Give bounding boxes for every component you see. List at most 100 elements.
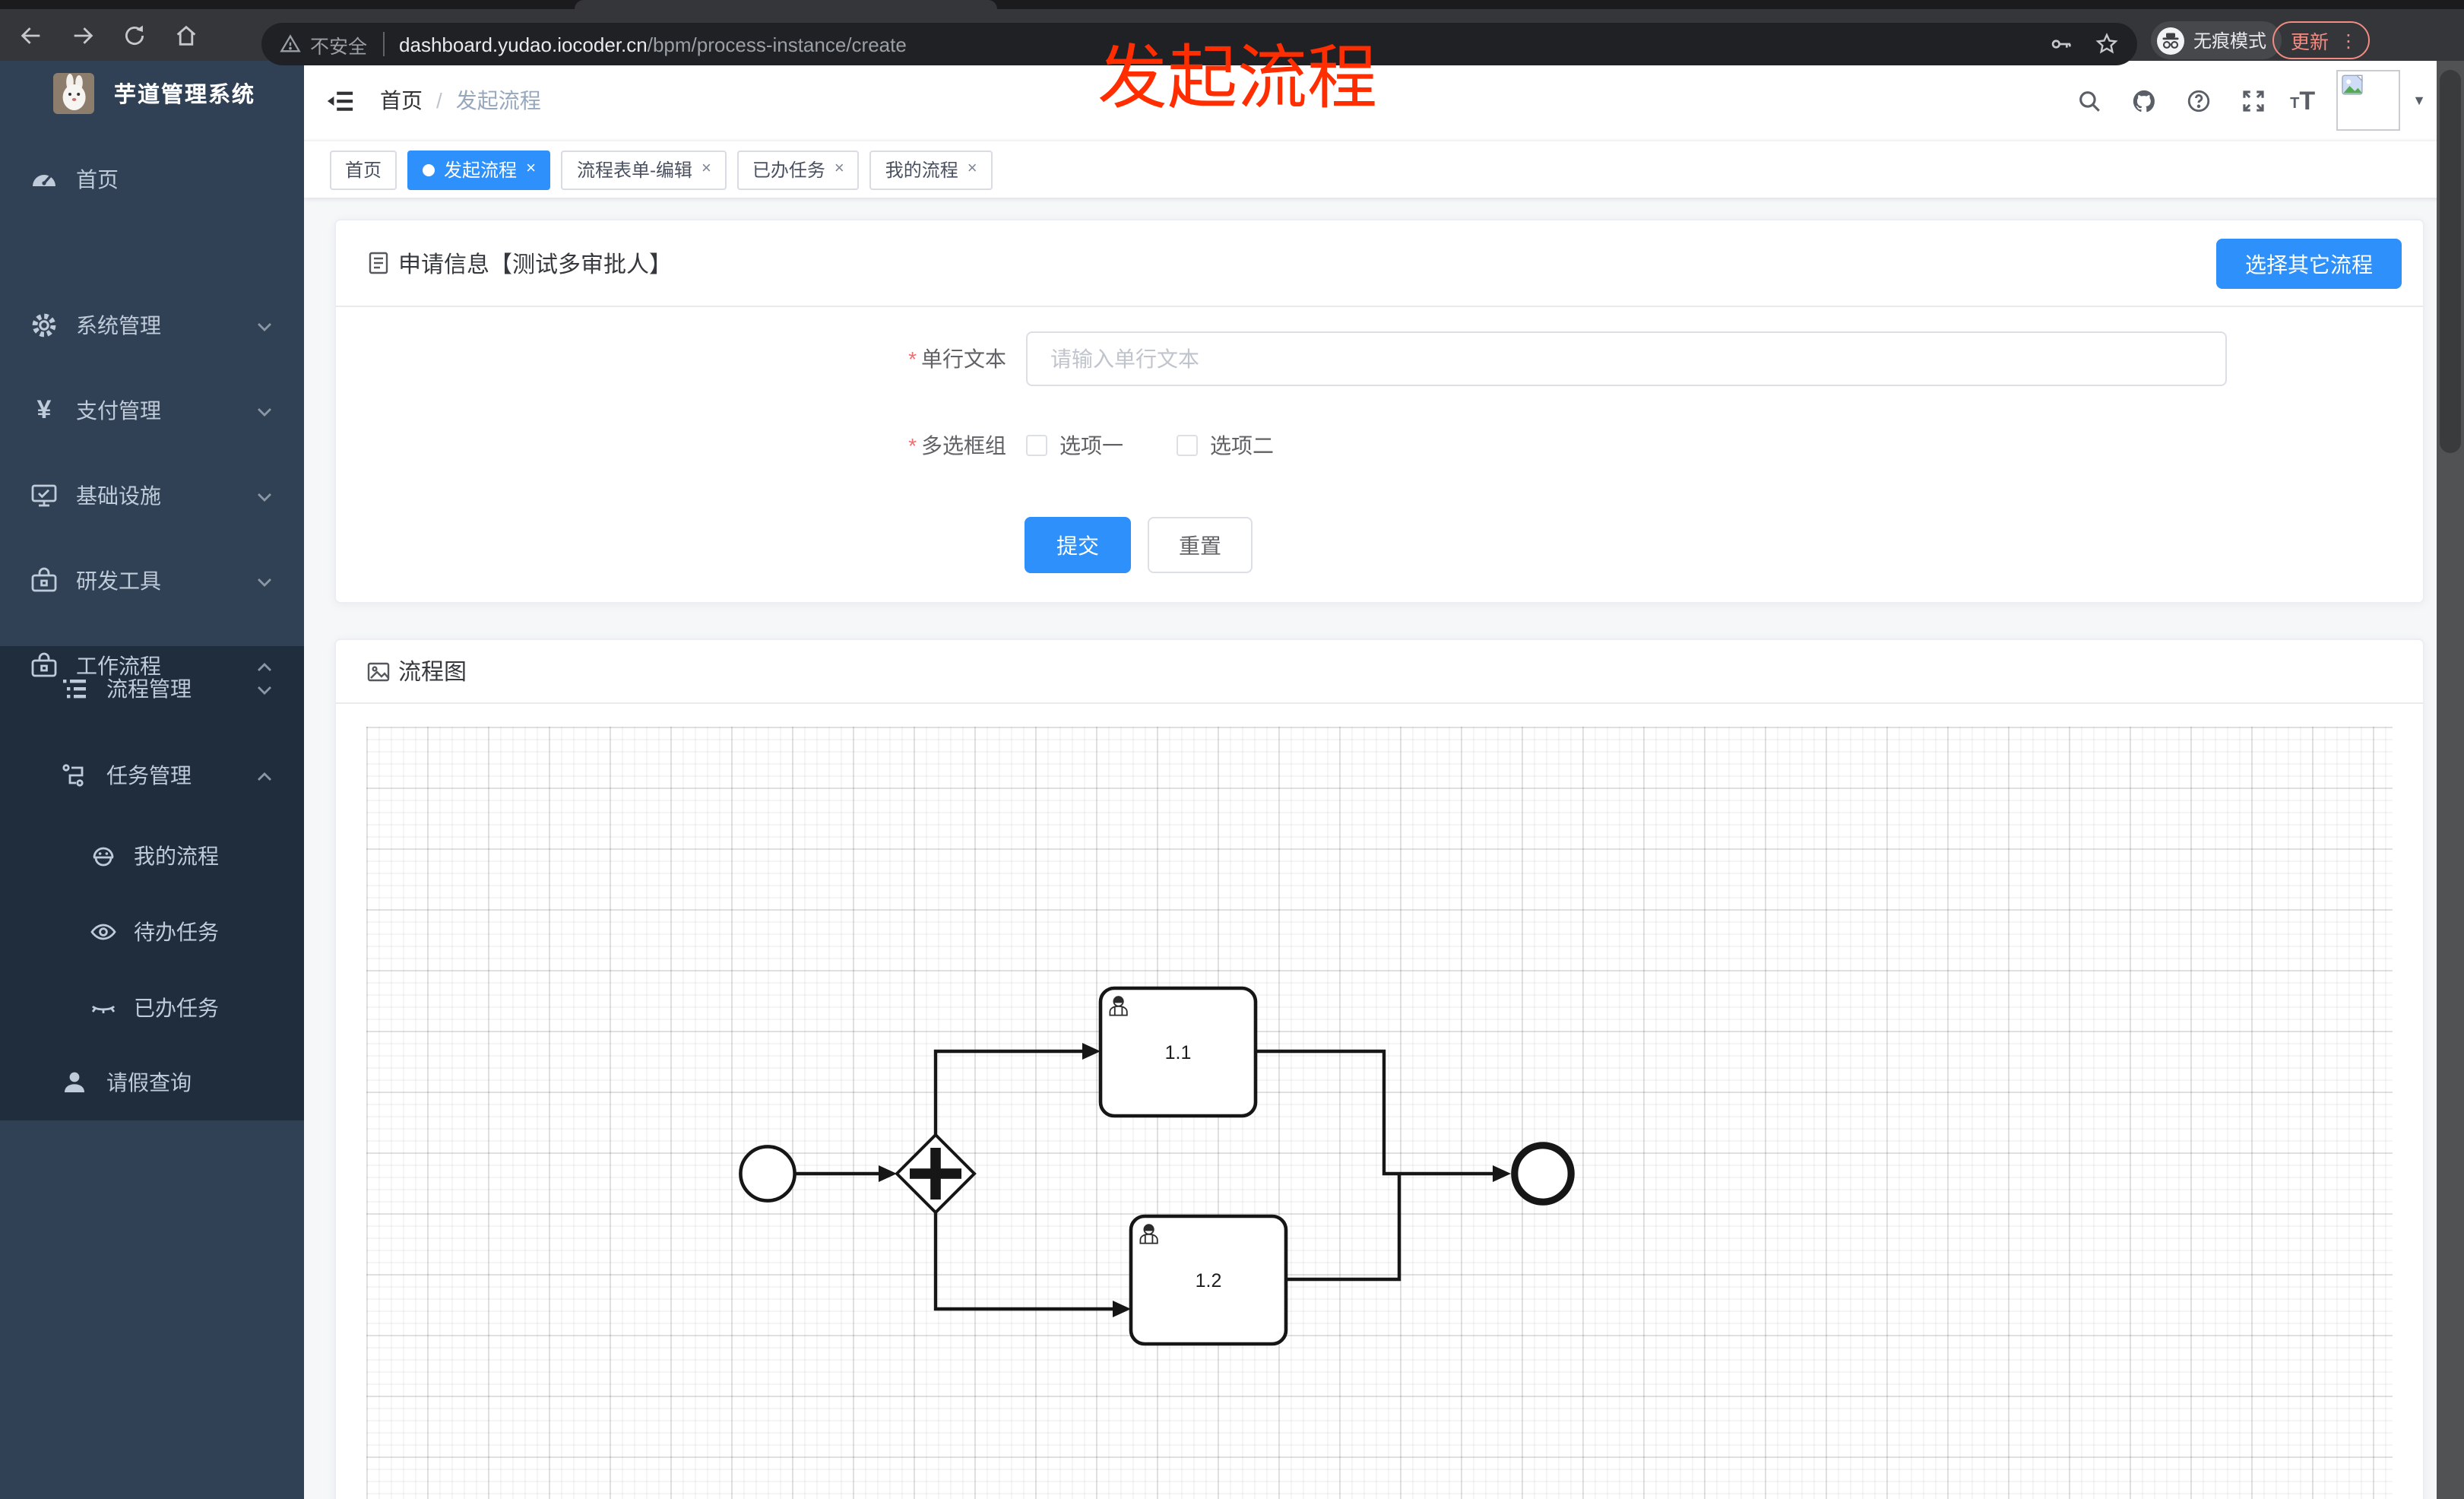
browser-back-button[interactable] [9,14,52,56]
checkbox-option-1[interactable] [1026,435,1047,456]
close-icon[interactable]: × [702,160,711,178]
avatar-caret-icon[interactable]: ▼ [2412,93,2426,108]
face-icon [90,842,117,870]
logo-bunny-image [53,72,94,113]
sidebar-item-label: 待办任务 [134,920,219,944]
task-label: 1.1 [1165,1042,1192,1063]
fullscreen-icon[interactable] [2235,82,2272,119]
sidebar-item-process-management[interactable]: 流程管理 [0,651,304,727]
panel-title: 申请信息【测试多审批人】 [398,252,673,277]
help-icon[interactable] [2181,82,2217,119]
start-event[interactable] [739,1145,797,1203]
browser-forward-button[interactable] [61,14,103,56]
url-path: /bpm/process-instance/create [647,33,907,55]
sidebar-item-leave-query[interactable]: 请假查询 [0,1044,304,1120]
breadcrumb-current: 发起流程 [455,88,541,113]
close-icon[interactable]: × [968,160,977,178]
document-icon [369,252,388,274]
monitor-icon [30,482,58,509]
chevron-up-icon [255,766,274,784]
sidebar-item-system[interactable]: 系统管理 [0,287,304,363]
single-line-text-input[interactable] [1026,331,2227,386]
picture-icon [367,661,390,681]
close-icon[interactable]: × [526,160,536,178]
sidebar-item-payment[interactable]: ¥ 支付管理 [0,372,304,448]
page-scrollbar[interactable] [2437,61,2464,1499]
sidebar-item-label: 已办任务 [134,996,219,1020]
browser-home-button[interactable] [164,14,207,56]
sidebar-item-label: 研发工具 [76,569,161,593]
flow-task2-join [1286,1175,1401,1282]
tab-home[interactable]: 首页 [330,150,397,189]
tab-my-process[interactable]: 我的流程 × [869,150,993,189]
browser-update-button[interactable]: 更新 ⋮ [2272,21,2371,59]
sidebar-item-home[interactable]: 首页 [0,141,304,217]
chevron-down-icon [255,316,274,334]
tab-start-process[interactable]: 发起流程 × [407,150,551,189]
flow-gateway-to-task1 [933,1049,1082,1135]
bookmark-star-icon[interactable] [2073,32,2119,56]
checkbox-label-2[interactable]: 选项二 [1210,430,1274,461]
form-actions-row: 提交 重置 [1025,517,1253,573]
browser-reload-button[interactable] [112,14,155,56]
github-icon[interactable] [2126,82,2162,119]
sidebar-item-task-management[interactable]: 任务管理 [0,737,304,813]
process-diagram-panel: 流程图 1.1 1.2 [334,639,2424,1499]
url-host: dashboard.yudao.iocoder.cn [399,33,648,55]
sidebar-item-label: 基础设施 [76,483,161,508]
sidebar-item-label: 系统管理 [76,313,161,338]
reset-button[interactable]: 重置 [1148,517,1253,573]
toolbox-icon [30,567,58,594]
list-icon [61,675,88,702]
font-size-icon[interactable]: TT [2290,87,2315,113]
incognito-label: 无痕模式 [2193,30,2267,52]
sidebar-item-done-tasks[interactable]: 已办任务 [0,970,304,1046]
sidebar-logo[interactable]: 芋道管理系统 [0,61,304,125]
end-event[interactable] [1511,1142,1575,1206]
avatar[interactable] [2336,70,2401,131]
incognito-badge: 无痕模式 [2151,21,2282,59]
bpmn-canvas[interactable]: 1.1 1.2 [366,727,2393,1499]
gear-icon [30,312,58,339]
choose-other-process-button[interactable]: 选择其它流程 [2216,239,2402,289]
tab-done-tasks[interactable]: 已办任务 × [736,150,860,189]
sidebar-item-label: 请假查询 [106,1070,192,1095]
user-icon [61,1069,88,1096]
broken-image-icon [2342,74,2363,95]
security-label[interactable]: 不安全 [310,30,367,59]
submit-button[interactable]: 提交 [1025,517,1131,573]
diagram-header: 流程图 [336,640,2423,704]
password-key-icon[interactable] [2028,32,2073,56]
checkbox-option-2[interactable] [1177,435,1198,456]
sidebar-item-devtools[interactable]: 研发工具 [0,543,304,619]
yen-icon: ¥ [36,395,52,424]
bpmn-diagram: 1.1 1.2 [739,986,1575,1346]
breadcrumb-home[interactable]: 首页 [380,85,423,116]
breadcrumb-separator: / [436,88,442,113]
annotation-text: 发起流程 [1097,38,1377,117]
flow-icon [61,762,88,789]
eye-closed-icon [90,994,117,1022]
sidebar-item-label: 支付管理 [76,398,161,423]
app-title: 芋道管理系统 [114,83,255,107]
text-field-row: * 单行文本 [640,331,2227,386]
sidebar-item-todo-tasks[interactable]: 待办任务 [0,894,304,970]
checkbox-label-1[interactable]: 选项一 [1059,430,1123,461]
omnibox-divider [382,32,385,56]
sidebar-item-infrastructure[interactable]: 基础设施 [0,458,304,534]
tab-form-edit[interactable]: 流程表单-编辑 × [561,150,727,189]
flow-gateway-to-task2 [933,1212,1113,1311]
field-label: * 单行文本 [908,347,1006,371]
sidebar-item-label: 任务管理 [106,763,192,788]
sidebar-item-label: 流程管理 [106,677,192,701]
flow-task1-to-end [1256,1049,1493,1176]
scrollbar-thumb[interactable] [2440,70,2461,453]
sidebar-item-my-process[interactable]: 我的流程 [0,818,304,894]
close-icon[interactable]: × [835,160,844,178]
search-icon[interactable] [2071,82,2108,119]
breadcrumb: 首页 / 发起流程 [380,61,541,140]
browser-menu-icon[interactable]: ⋮ [2339,30,2358,51]
incognito-icon [2157,27,2184,54]
sidebar-collapse-icon[interactable] [319,81,359,120]
browser-active-tab[interactable] [575,0,997,9]
